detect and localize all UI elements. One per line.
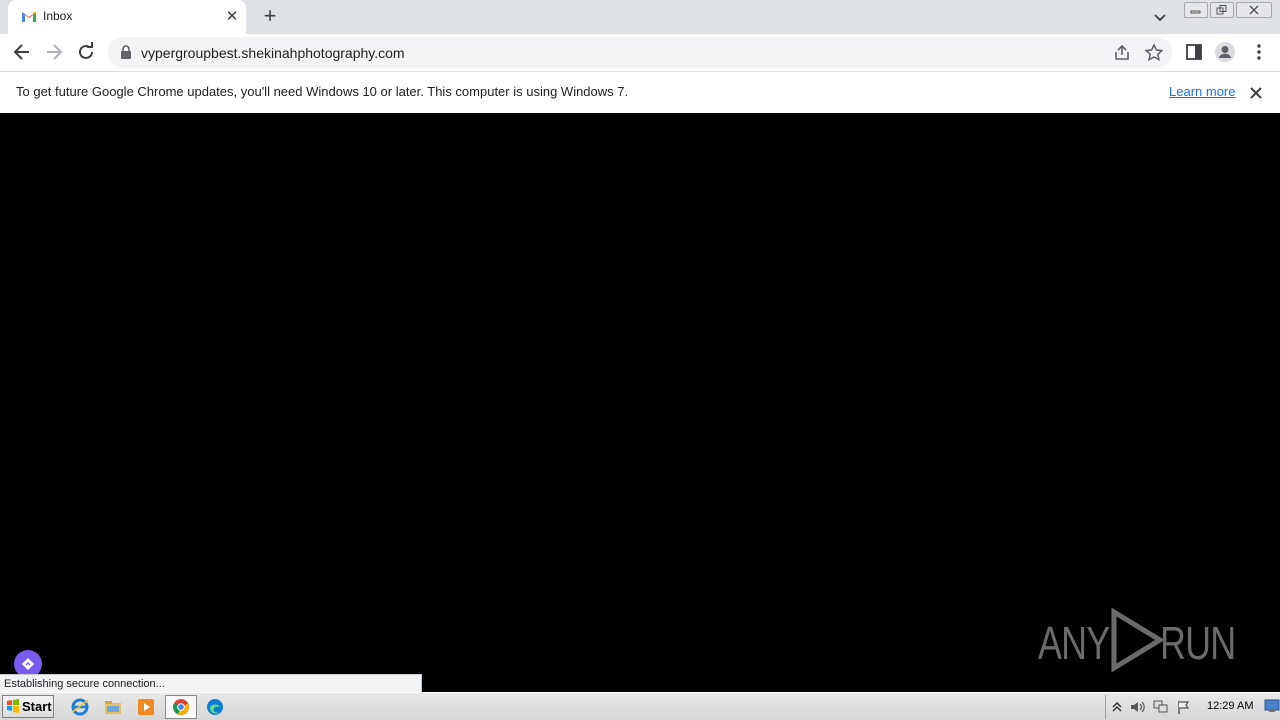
minimize-button[interactable]	[1184, 2, 1208, 18]
chrome-icon	[173, 699, 189, 715]
infobar-close-icon[interactable]	[1247, 84, 1265, 102]
tab-title: Inbox	[43, 9, 73, 23]
menu-kebab-icon[interactable]	[1248, 41, 1270, 63]
tab-inbox[interactable]: Inbox ✕	[8, 0, 246, 34]
tab-close-icon[interactable]: ✕	[222, 7, 242, 27]
media-player-icon[interactable]	[136, 697, 156, 717]
windows-flag-icon	[7, 699, 19, 713]
profile-avatar-icon[interactable]	[1214, 41, 1236, 63]
gmail-icon	[22, 12, 36, 22]
update-infobar: To get future Google Chrome updates, you…	[0, 71, 1280, 114]
close-window-button[interactable]	[1236, 2, 1272, 18]
action-center-flag-icon[interactable]	[1176, 699, 1192, 715]
start-button[interactable]: Start	[2, 695, 54, 718]
anyrun-watermark: ANY RUN	[1038, 606, 1236, 674]
learn-more-link[interactable]: Learn more	[1169, 84, 1235, 99]
reload-icon[interactable]	[74, 40, 98, 64]
url-subdomain: vypergroupbest.	[141, 45, 242, 61]
tab-strip: Inbox ✕ +	[0, 0, 1280, 34]
new-tab-button[interactable]: +	[258, 5, 282, 29]
infobar-message: To get future Google Chrome updates, you…	[16, 84, 629, 99]
show-hidden-icons-icon[interactable]	[1109, 699, 1125, 715]
play-logo-icon	[1111, 608, 1165, 672]
system-tray: 12:29 AM	[1105, 695, 1280, 719]
forward-icon[interactable]	[42, 40, 66, 64]
clock[interactable]: 12:29 AM	[1207, 700, 1253, 712]
url-text[interactable]: vypergroupbest.shekinahphotography.com	[141, 45, 405, 61]
watermark-any: ANY	[1038, 617, 1110, 669]
start-label: Start	[22, 699, 52, 714]
status-bubble: Establishing secure connection...	[0, 674, 422, 692]
internet-explorer-icon[interactable]	[70, 697, 90, 717]
restore-button[interactable]	[1210, 2, 1234, 18]
show-desktop-icon[interactable]	[1264, 699, 1280, 713]
chrome-taskbar-button[interactable]	[165, 695, 197, 719]
volume-icon[interactable]	[1129, 699, 1145, 715]
back-icon[interactable]	[10, 40, 34, 64]
network-icon[interactable]	[1152, 699, 1168, 715]
share-icon[interactable]	[1112, 43, 1132, 63]
bookmark-star-icon[interactable]	[1144, 43, 1164, 63]
tab-search-icon[interactable]	[1150, 7, 1170, 27]
diamond-icon	[22, 658, 34, 670]
url-domain: shekinahphotography.com	[241, 45, 405, 61]
edge-icon[interactable]	[205, 697, 225, 717]
lock-icon[interactable]	[120, 45, 132, 59]
side-panel-icon[interactable]	[1183, 41, 1205, 63]
watermark-run: RUN	[1160, 617, 1236, 669]
browser-toolbar: vypergroupbest.shekinahphotography.com	[0, 34, 1280, 71]
address-bar[interactable]: vypergroupbest.shekinahphotography.com	[108, 37, 1172, 68]
file-explorer-icon[interactable]	[103, 697, 123, 717]
windows-taskbar: Start 12:29 AM	[0, 692, 1280, 720]
